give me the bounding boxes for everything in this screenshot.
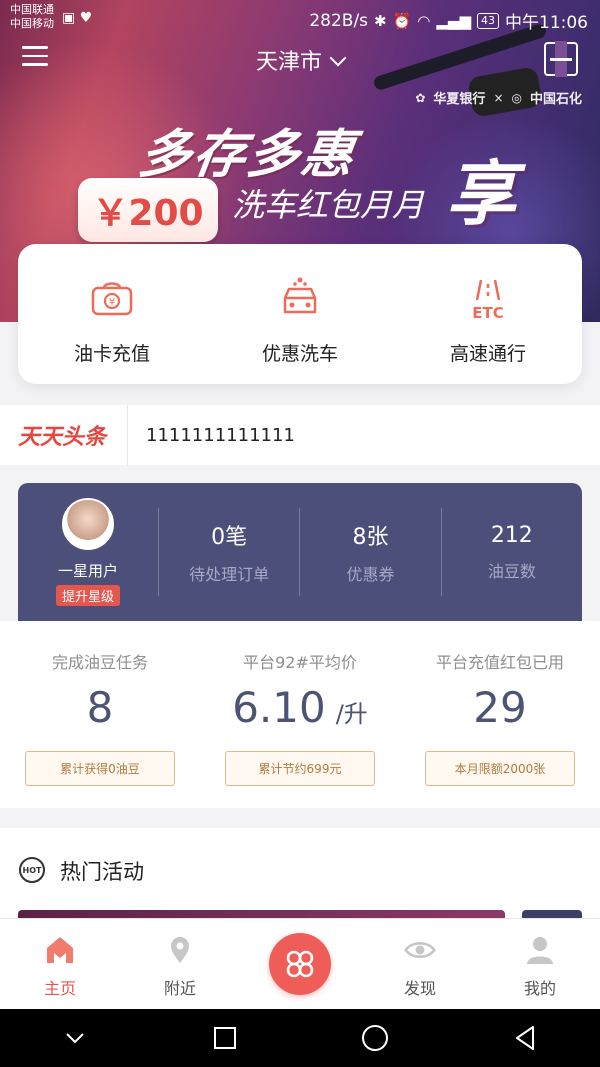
clover-icon — [286, 950, 314, 978]
stat-label: 油豆数 — [487, 561, 536, 581]
collapse-chevron-icon[interactable] — [55, 1018, 95, 1058]
chevron-down-icon — [329, 49, 347, 67]
hot-activities: HOT 热门活动 — [0, 828, 600, 918]
metric-title: 平台充值红包已用 — [435, 653, 564, 672]
tab-discover[interactable]: 发现 — [360, 919, 480, 1009]
metric-value: 8 — [86, 683, 114, 732]
back-triangle-icon[interactable] — [505, 1018, 545, 1058]
sinopec-logo-icon: ◎ — [511, 90, 522, 105]
home-circle-icon[interactable] — [355, 1018, 395, 1058]
tab-profile[interactable]: 我的 — [480, 919, 600, 1009]
stat-oil-beans[interactable]: 212 油豆数 — [440, 508, 582, 596]
partner-brands: ✿ 华夏银行 × ◎ 中国石化 — [415, 88, 582, 108]
metric-title: 平台92#平均价 — [243, 653, 357, 672]
network-speed: 282B/s — [309, 10, 369, 31]
stat-value: 212 — [490, 522, 533, 548]
banner-amount: ￥200 — [78, 178, 218, 242]
clock: 中午11:06 — [505, 13, 588, 33]
huaxia-logo-icon: ✿ — [415, 90, 426, 105]
metric-note-button[interactable]: 本月限额2000张 — [425, 751, 575, 786]
app-screen: ✿ 华夏银行 × ◎ 中国石化 多存多惠 ￥200 洗车红包月月 享 中国联通 … — [0, 0, 600, 1067]
svg-text:¥: ¥ — [109, 297, 115, 308]
health-icon: ♥ — [79, 10, 93, 26]
stat-label: 待处理订单 — [189, 565, 270, 584]
user-icon — [523, 933, 557, 967]
user-level: 一星用户 — [57, 562, 118, 580]
center-action-button[interactable] — [269, 933, 331, 995]
alarm-icon: ⏰ — [392, 11, 412, 30]
car-wash-icon — [274, 273, 326, 325]
brand-sinopec: 中国石化 — [529, 92, 582, 107]
metric-value: 6.10 — [232, 683, 326, 732]
activity-card[interactable] — [18, 910, 505, 918]
recent-apps-icon[interactable] — [205, 1018, 245, 1058]
bottom-tab-bar: 主页 附近 发现 我的 — [0, 918, 600, 1009]
metric-note-button[interactable]: 累计节约699元 — [225, 751, 375, 786]
signal-icon: ▂▄▆ — [436, 11, 471, 30]
tab-home[interactable]: 主页 — [0, 919, 120, 1009]
banner-promo-big: 享 — [446, 153, 516, 235]
news-headline[interactable]: 1111111111111 — [128, 425, 295, 446]
metric-red-packets: 平台充值红包已用 29 本月限额2000张 — [400, 621, 600, 808]
metric-oil-bean-tasks: 完成油豆任务 8 累计获得0油豆 — [0, 621, 200, 808]
metric-avg-price: 平台92#平均价 6.10/升 累计节约699元 — [200, 621, 400, 808]
metric-note-button[interactable]: 累计获得0油豆 — [25, 751, 175, 786]
banner-slogan: 多存多惠 — [135, 125, 360, 185]
city-name: 天津市 — [255, 50, 322, 75]
system-nav-bar — [0, 1009, 600, 1067]
service-label: 高速通行 — [449, 342, 526, 365]
service-car-wash[interactable]: 优惠洗车 — [206, 244, 394, 384]
metric-title: 完成油豆任务 — [51, 653, 148, 672]
hot-icon: HOT — [19, 857, 45, 883]
stat-value: 0笔 — [211, 525, 248, 550]
carrier-1: 中国联通 — [10, 3, 54, 16]
service-label: 油卡充值 — [73, 342, 150, 365]
platform-metrics: 完成油豆任务 8 累计获得0油豆 平台92#平均价 6.10/升 累计节约699… — [0, 621, 600, 808]
carrier-2: 中国移动 — [10, 17, 54, 30]
section-title: 热门活动 — [60, 860, 144, 884]
city-selector[interactable]: 天津市 — [0, 44, 600, 76]
service-card: ¥ 油卡充值 优惠洗车 ETC 高速通行 — [18, 244, 582, 384]
tab-label: 主页 — [43, 979, 76, 998]
home-icon — [43, 933, 77, 967]
tab-center[interactable] — [240, 919, 360, 1009]
activity-card[interactable] — [522, 910, 582, 918]
service-fuel-card[interactable]: ¥ 油卡充值 — [18, 244, 206, 384]
user-panel: 一星用户 提升星级 0笔 待处理订单 8张 优惠券 212 油豆数 — [18, 483, 582, 621]
app-notification-icon: ▣ — [62, 10, 76, 26]
location-pin-icon — [163, 933, 197, 967]
tab-label: 发现 — [403, 979, 436, 998]
stat-label: 优惠券 — [346, 565, 395, 584]
news-logo: 天天头条 — [0, 405, 128, 465]
bluetooth-icon: ✱ — [374, 11, 387, 30]
user-profile[interactable]: 一星用户 提升星级 — [18, 498, 158, 606]
tab-nearby[interactable]: 附近 — [120, 919, 240, 1009]
stat-pending-orders[interactable]: 0笔 待处理订单 — [158, 508, 299, 596]
metric-unit: /升 — [335, 700, 368, 728]
avatar[interactable] — [62, 498, 114, 550]
fuel-card-icon: ¥ — [86, 273, 138, 325]
scan-icon[interactable] — [544, 41, 578, 77]
eye-icon — [403, 933, 437, 967]
wifi-icon: ◠ — [417, 11, 431, 30]
brand-huaxia: 华夏银行 — [433, 92, 486, 107]
upgrade-level-button[interactable]: 提升星级 — [55, 585, 120, 606]
stat-value: 8张 — [352, 525, 389, 550]
service-label: 优惠洗车 — [261, 342, 338, 365]
news-ticker[interactable]: 天天头条 1111111111111 — [0, 405, 600, 465]
stat-coupons[interactable]: 8张 优惠券 — [299, 508, 440, 596]
etc-icon: ETC — [462, 273, 514, 325]
banner-promo-text: 洗车红包月月 — [232, 186, 425, 224]
svg-text:ETC: ETC — [472, 304, 504, 322]
status-bar: 中国联通 中国移动 ▣ ♥ 282B/s ✱ ⏰ ◠ ▂▄▆ 43 中午11:0… — [0, 0, 600, 38]
metric-value: 29 — [473, 683, 527, 732]
tab-label: 我的 — [523, 979, 556, 998]
tab-label: 附近 — [163, 979, 196, 998]
battery-indicator: 43 — [477, 12, 499, 29]
service-etc[interactable]: ETC 高速通行 — [394, 244, 582, 384]
